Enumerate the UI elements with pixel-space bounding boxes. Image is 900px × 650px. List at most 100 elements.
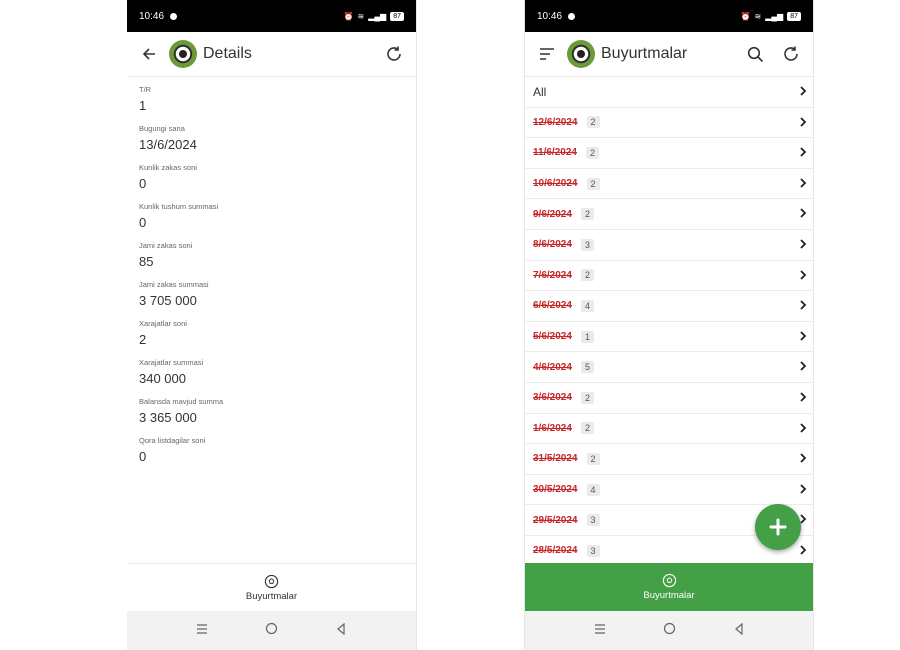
list-item[interactable]: 12/6/2024 2	[525, 108, 813, 139]
field-value: 2	[139, 332, 147, 347]
order-date: 5/6/2024	[533, 331, 572, 343]
list-item[interactable]: 3/6/2024 2	[525, 383, 813, 414]
page-title: Buyurtmalar	[601, 45, 688, 62]
chevron-right-icon	[800, 300, 807, 310]
page-title: Details	[203, 45, 252, 62]
order-date: 1/6/2024	[533, 422, 572, 434]
list-item[interactable]: 11/6/2024 2	[525, 138, 813, 169]
list-item[interactable]: 4/6/2024 5	[525, 352, 813, 383]
details-list: T/R 1 Bugungi sana 13/6/2024 Kunlik zaka…	[127, 77, 416, 466]
details-screen: 10:46 ⏰ ≋ ▂▄▆ 87 Details T/R 1 Bugungi s…	[127, 0, 417, 650]
field-value: 0	[139, 176, 147, 191]
recent-apps-icon[interactable]	[594, 622, 606, 640]
order-count-badge: 3	[586, 514, 600, 527]
orders-screen: 10:46 ⏰ ≋ ▂▄▆ 87 Buyurtmalar All 12/6/20…	[524, 0, 814, 650]
football-icon	[662, 573, 676, 588]
field-daily-income: Kunlik tushum summasi 0	[139, 202, 404, 232]
field-value: 3 365 000	[139, 410, 197, 425]
order-date: 12/6/2024	[533, 116, 578, 128]
list-item[interactable]: 1/6/2024 2	[525, 414, 813, 445]
list-item-label: All	[533, 84, 547, 99]
order-date: 28/5/2024	[533, 545, 578, 557]
field-value: 13/6/2024	[139, 137, 197, 152]
system-back-icon[interactable]	[335, 622, 347, 640]
alarm-icon: ⏰	[343, 11, 354, 21]
battery-indicator: 87	[787, 11, 801, 21]
order-count-badge: 2	[586, 452, 600, 465]
list-item[interactable]: 10/6/2024 2	[525, 169, 813, 200]
order-date: 10/6/2024	[533, 178, 578, 190]
menu-sort-icon[interactable]	[535, 42, 559, 66]
list-item[interactable]: 30/5/2024 4	[525, 475, 813, 506]
battery-indicator: 87	[390, 11, 404, 21]
chevron-right-icon	[800, 545, 807, 555]
list-item[interactable]: 7/6/2024 2	[525, 261, 813, 292]
system-back-icon[interactable]	[733, 622, 745, 640]
list-item[interactable]: 31/5/2024 2	[525, 444, 813, 475]
system-nav-bar	[525, 611, 813, 650]
refresh-icon[interactable]	[779, 42, 803, 66]
field-label: Bugungi sana	[139, 124, 185, 133]
orders-list: All 12/6/2024 2 11/6/2024 2 10/6/2024 2 9/6…	[525, 77, 813, 567]
order-count-badge: 2	[580, 208, 594, 221]
wifi-icon: ≋	[357, 11, 365, 21]
chevron-right-icon	[800, 392, 807, 402]
home-icon[interactable]	[265, 622, 278, 640]
bottom-nav-orders[interactable]: Buyurtmalar	[525, 563, 813, 611]
status-bar: 10:46 ⏰ ≋ ▂▄▆ 87	[525, 0, 813, 32]
list-item[interactable]: 9/6/2024 2	[525, 199, 813, 230]
field-total-order-sum: Jami zakas summasi 3 705 000	[139, 280, 404, 310]
field-label: T/R	[139, 85, 152, 94]
app-logo	[169, 40, 197, 68]
signal-icon: ▂▄▆	[765, 11, 784, 21]
order-count-badge: 3	[580, 238, 594, 251]
order-count-badge: 1	[580, 330, 594, 343]
field-label: Jami zakas soni	[139, 241, 193, 250]
search-icon[interactable]	[743, 42, 767, 66]
chevron-right-icon	[800, 178, 807, 188]
back-arrow-icon[interactable]	[137, 42, 161, 66]
order-count-badge: 3	[586, 544, 600, 557]
plus-icon	[769, 518, 787, 536]
list-item[interactable]: 5/6/2024 1	[525, 322, 813, 353]
order-count-badge: 4	[580, 299, 594, 312]
recent-apps-icon[interactable]	[196, 622, 208, 640]
order-date: 7/6/2024	[533, 269, 572, 281]
field-label: Jami zakas summasi	[139, 280, 209, 289]
chevron-right-icon	[800, 269, 807, 280]
order-count-badge: 2	[585, 146, 599, 159]
field-label: Xarajatlar soni	[139, 319, 187, 328]
field-blacklist-count: Qora listdagilar soni 0	[139, 436, 404, 466]
app-bar: Details	[127, 32, 416, 77]
bottom-nav-label: Buyurtmalar	[245, 590, 298, 602]
bottom-nav-orders[interactable]: Buyurtmalar	[127, 563, 416, 611]
field-label: Kunlik zakas soni	[139, 163, 197, 172]
order-date: 30/5/2024	[533, 484, 578, 496]
field-value: 3 705 000	[139, 293, 197, 308]
order-date: 9/6/2024	[533, 208, 572, 220]
order-count-badge: 5	[580, 361, 594, 374]
status-time: 10:46	[537, 10, 563, 22]
home-icon[interactable]	[663, 622, 676, 640]
order-date: 3/6/2024	[533, 392, 572, 404]
chevron-right-icon	[800, 422, 807, 433]
app-logo	[567, 40, 595, 68]
field-value: 1	[139, 98, 147, 113]
refresh-icon[interactable]	[382, 42, 406, 66]
add-order-button[interactable]	[755, 504, 801, 550]
field-expense-sum: Xarajatlar summasi 340 000	[139, 358, 404, 388]
chevron-right-icon	[800, 116, 807, 127]
list-item[interactable]: 6/6/2024 4	[525, 291, 813, 322]
chevron-right-icon	[800, 453, 807, 463]
list-item[interactable]: 8/6/2024 3	[525, 230, 813, 261]
order-date: 11/6/2024	[533, 147, 577, 159]
order-date: 29/5/2024	[533, 514, 578, 526]
chevron-right-icon	[800, 239, 807, 249]
list-item-all[interactable]: All	[525, 77, 813, 108]
order-count-badge: 2	[580, 391, 594, 404]
status-time: 10:46	[139, 10, 165, 22]
system-nav-bar	[127, 611, 416, 650]
order-count-badge: 2	[586, 177, 600, 190]
chevron-right-icon	[800, 331, 807, 341]
chevron-right-icon	[800, 208, 807, 219]
